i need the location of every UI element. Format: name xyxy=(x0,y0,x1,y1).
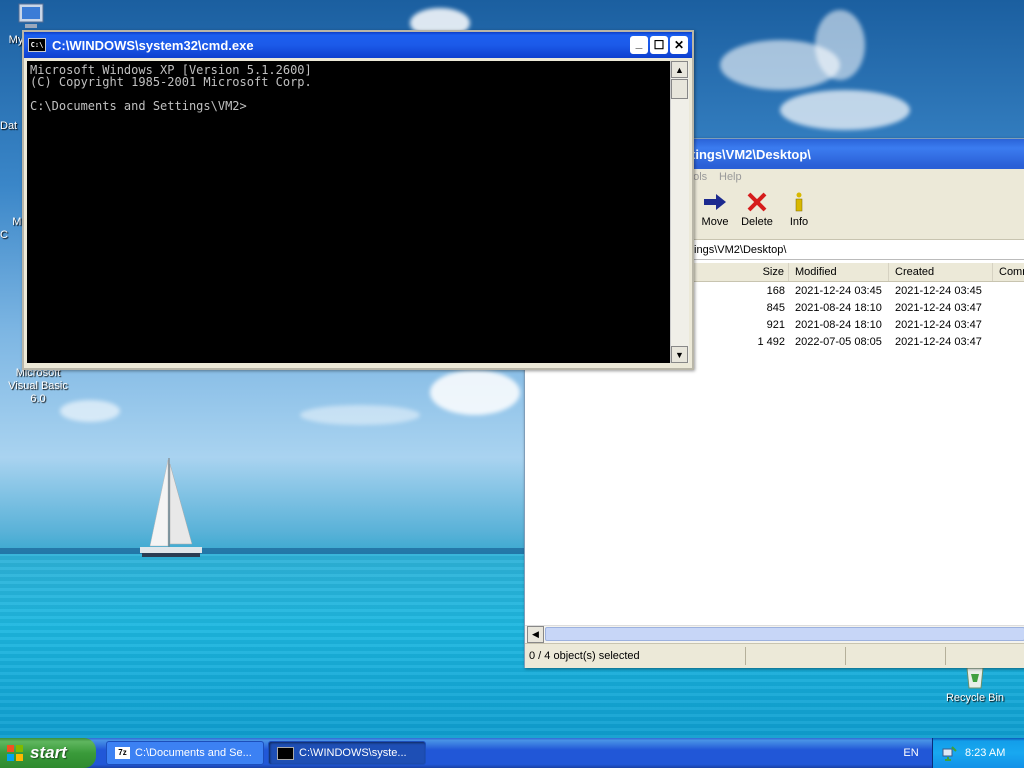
column-comment[interactable]: Comm xyxy=(993,263,1024,281)
horizontal-scrollbar[interactable]: ◀ xyxy=(525,625,1024,643)
cloud xyxy=(815,10,865,80)
system-tray: 8:23 AM xyxy=(932,738,1024,768)
clock[interactable]: 8:23 AM xyxy=(965,747,1005,759)
scroll-thumb[interactable] xyxy=(671,79,688,99)
taskbar-item-label: C:\Documents and Se... xyxy=(135,747,252,759)
desktop-icon-recycle-bin[interactable]: Recycle Bin xyxy=(940,664,1010,704)
menu-help[interactable]: Help xyxy=(719,171,742,183)
delete-x-icon xyxy=(747,192,767,212)
console-line: (C) Copyright 1985-2001 Microsoft Corp. xyxy=(30,75,312,89)
cell-created: 2021-12-24 03:47 xyxy=(895,302,982,314)
taskbar: start 7z C:\Documents and Se... C:\WINDO… xyxy=(0,738,1024,768)
cloud xyxy=(430,370,520,415)
column-created[interactable]: Created xyxy=(889,263,993,281)
console-output[interactable]: Microsoft Windows XP [Version 5.1.2600](… xyxy=(27,61,670,363)
cmd-titlebar[interactable]: C:\ C:\WINDOWS\system32\cmd.exe _ ☐ ✕ xyxy=(24,32,692,58)
delete-button[interactable]: Delete xyxy=(737,191,777,228)
cell-modified: 2021-08-24 18:10 xyxy=(795,302,882,314)
desktop-icon-label: Dat xyxy=(0,120,18,132)
start-label: start xyxy=(30,743,67,762)
move-label: Move xyxy=(701,216,729,228)
cell-size: 1 492 xyxy=(757,336,785,348)
cloud xyxy=(780,90,910,130)
cmd-icon xyxy=(277,746,294,760)
cell-created: 2021-12-24 03:47 xyxy=(895,319,982,331)
cell-size: 921 xyxy=(766,319,785,331)
sailboat-image xyxy=(140,458,202,557)
move-button[interactable]: Move xyxy=(695,191,735,228)
console-prompt: C:\Documents and Settings\VM2> xyxy=(30,99,247,113)
maximize-button[interactable]: ☐ xyxy=(650,36,668,54)
cell-modified: 2022-07-05 08:05 xyxy=(795,336,882,348)
delete-label: Delete xyxy=(741,216,773,228)
scroll-left-button[interactable]: ◀ xyxy=(527,626,544,643)
column-comment-label: Comm xyxy=(999,266,1024,278)
info-button[interactable]: Info xyxy=(779,191,819,228)
desktop-icon-visual-basic[interactable]: Microsoft Visual Basic 6.0 xyxy=(0,367,76,406)
scroll-thumb[interactable] xyxy=(545,627,1024,641)
desktop-icon-label: Recycle Bin xyxy=(945,692,1005,704)
status-bar: 0 / 4 object(s) selected xyxy=(525,643,1024,668)
cell-size: 168 xyxy=(766,285,785,297)
cell-created: 2021-12-24 03:45 xyxy=(895,285,982,297)
taskbar-item-cmd[interactable]: C:\WINDOWS\syste... xyxy=(268,741,426,765)
column-size[interactable]: Size xyxy=(691,263,789,281)
column-size-label: Size xyxy=(762,266,784,278)
cell-modified: 2021-08-24 18:10 xyxy=(795,319,882,331)
start-button[interactable]: start xyxy=(0,738,96,768)
status-text: 0 / 4 object(s) selected xyxy=(529,650,640,662)
desktop-icon-label: Microsoft Visual Basic 6.0 xyxy=(8,367,68,405)
address-text: tings\VM2\Desktop\ xyxy=(691,244,787,256)
cloud xyxy=(300,405,420,425)
move-arrow-icon xyxy=(704,194,726,210)
column-modified-label: Modified xyxy=(795,266,837,278)
windows-logo-icon xyxy=(7,745,23,761)
info-icon xyxy=(795,192,803,212)
network-icon[interactable] xyxy=(941,745,957,761)
column-modified[interactable]: Modified xyxy=(789,263,889,281)
close-button[interactable]: ✕ xyxy=(670,36,688,54)
cell-modified: 2021-12-24 03:45 xyxy=(795,285,882,297)
taskbar-item-7zip[interactable]: 7z C:\Documents and Se... xyxy=(106,741,264,765)
minimize-button[interactable]: _ xyxy=(630,36,648,54)
info-label: Info xyxy=(789,216,809,228)
taskbar-item-label: C:\WINDOWS\syste... xyxy=(299,747,407,759)
scroll-down-button[interactable]: ▼ xyxy=(671,346,688,363)
cmd-icon: C:\ xyxy=(28,38,46,52)
cmd-window: C:\ C:\WINDOWS\system32\cmd.exe _ ☐ ✕ Mi… xyxy=(22,30,694,370)
window-title: tings\VM2\Desktop\ xyxy=(691,146,811,162)
scroll-up-button[interactable]: ▲ xyxy=(671,61,688,78)
cell-created: 2021-12-24 03:47 xyxy=(895,336,982,348)
window-title: C:\WINDOWS\system32\cmd.exe xyxy=(52,37,254,53)
vertical-scrollbar[interactable]: ▲ ▼ xyxy=(670,61,689,363)
7zip-icon: 7z xyxy=(115,747,130,759)
language-indicator[interactable]: EN xyxy=(896,738,926,768)
column-created-label: Created xyxy=(895,266,935,278)
cell-size: 845 xyxy=(766,302,785,314)
